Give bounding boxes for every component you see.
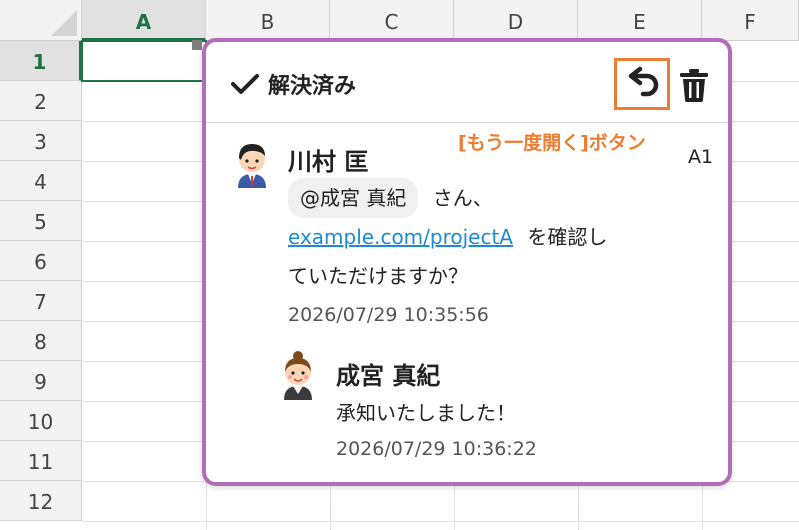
row-header-2[interactable]: 2 xyxy=(0,81,82,121)
row-header-6[interactable]: 6 xyxy=(0,241,82,281)
row-header-1[interactable]: 1 xyxy=(0,41,82,81)
reply-author: 成宮 真紀 xyxy=(336,362,441,390)
delete-thread-button[interactable] xyxy=(676,66,712,104)
undo-icon xyxy=(628,66,659,97)
row-header-10[interactable]: 10 xyxy=(0,401,82,441)
avatar xyxy=(284,351,312,400)
row-header-9[interactable]: 9 xyxy=(0,361,82,401)
comment-text: さん、 xyxy=(432,186,493,210)
column-header-d[interactable]: D xyxy=(454,0,578,41)
comment-header: 解決済み xyxy=(206,42,728,123)
row-header-3[interactable]: 3 xyxy=(0,121,82,161)
column-header-b[interactable]: B xyxy=(206,0,330,41)
comment-text: を確認し xyxy=(527,225,608,249)
column-header-f[interactable]: F xyxy=(702,0,799,41)
reopen-annotation: [もう一度開く]ボタン xyxy=(458,132,646,154)
row-header-8[interactable]: 8 xyxy=(0,321,82,361)
comment-body: @成宮 真紀 さん、 example.com/projectA を確認し ていた… xyxy=(288,178,688,296)
comment-timestamp: 2026/07/29 10:35:56 xyxy=(288,304,489,326)
column-header-c[interactable]: C xyxy=(330,0,454,41)
reply-body: 承知いたしました！ xyxy=(336,401,516,425)
row-header-11[interactable]: 11 xyxy=(0,441,82,481)
gridline xyxy=(82,521,799,522)
row-header-12[interactable]: 12 xyxy=(0,481,82,521)
reopen-button[interactable] xyxy=(614,58,670,110)
resolved-label: 解決済み xyxy=(268,74,357,99)
select-all-corner[interactable] xyxy=(0,0,82,41)
reply-timestamp: 2026/07/29 10:36:22 xyxy=(336,438,537,460)
mention-chip[interactable]: @成宮 真紀 xyxy=(288,178,419,218)
trash-icon xyxy=(680,69,708,102)
resolved-status: 解決済み xyxy=(230,68,356,100)
active-cell-a1[interactable] xyxy=(81,40,207,82)
avatar xyxy=(238,144,266,188)
row-header-5[interactable]: 5 xyxy=(0,201,82,241)
row-header-4[interactable]: 4 xyxy=(0,161,82,201)
comment-author: 川村 匡 xyxy=(288,148,369,176)
comment-indicator xyxy=(192,40,202,50)
cell-reference: A1 xyxy=(688,146,714,168)
column-header-e[interactable]: E xyxy=(578,0,702,41)
comment-link[interactable]: example.com/projectA xyxy=(288,225,513,249)
checkmark-icon xyxy=(231,74,259,94)
row-header-7[interactable]: 7 xyxy=(0,281,82,321)
column-header-a[interactable]: A xyxy=(82,0,206,41)
comment-thread-panel: 解決済み [もう一度開く]ボタン A1 川村 匡 @成宮 真紀 さん、 exam… xyxy=(202,38,732,486)
comment-text: ていただけますか？ xyxy=(288,264,468,288)
